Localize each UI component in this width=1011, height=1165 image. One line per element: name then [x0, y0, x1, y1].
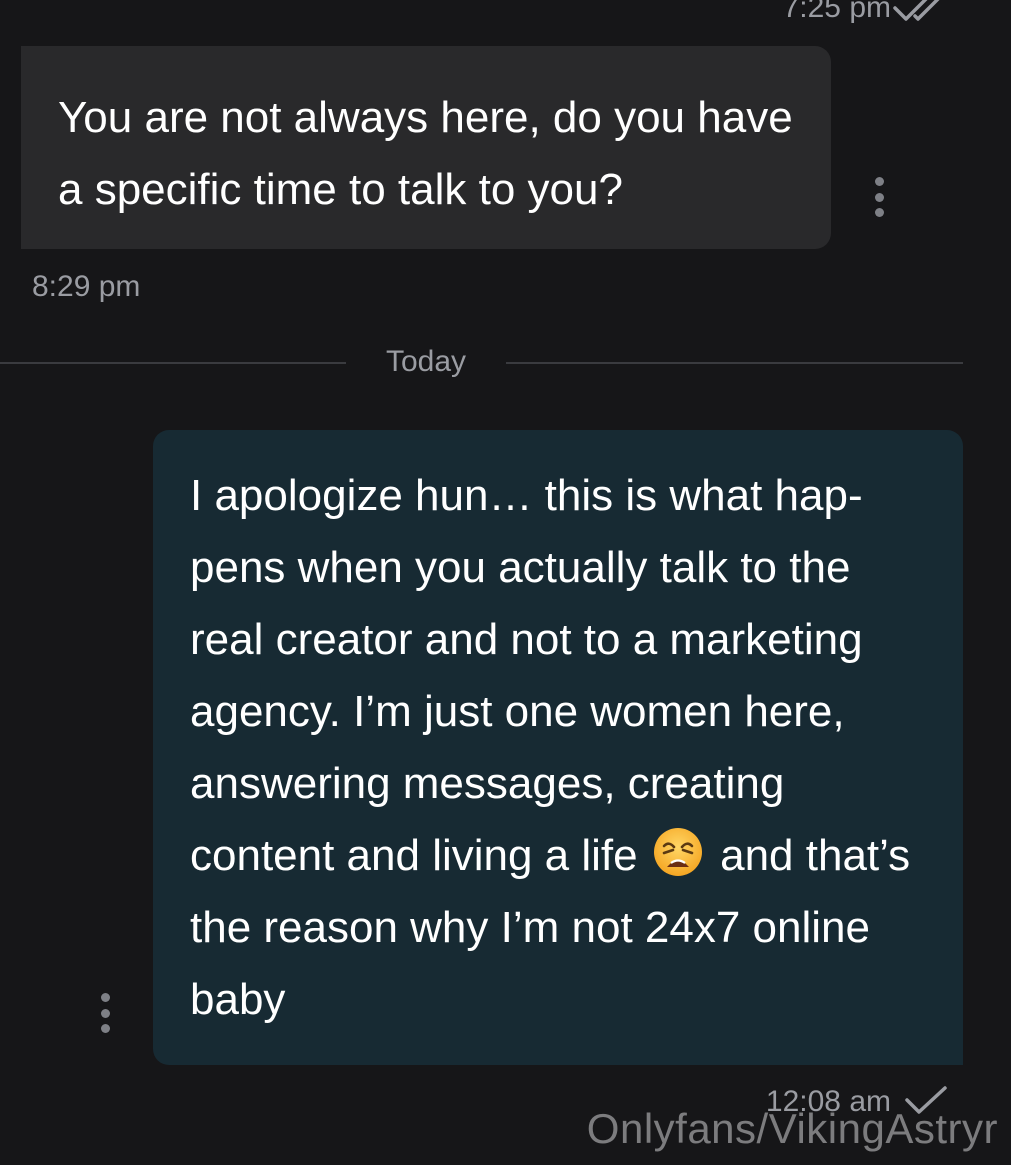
incoming-message-time: 8:29 pm — [32, 270, 141, 303]
chat-screen: 7:25 pm You are not always here, do you … — [0, 0, 1011, 1165]
weary-face-emoji-icon — [653, 828, 702, 876]
double-check-icon — [893, 0, 940, 21]
more-vertical-icon[interactable] — [873, 177, 885, 217]
date-divider-label: Today — [385, 345, 467, 378]
incoming-message-bubble[interactable]: You are not always here, do you have a s… — [21, 46, 831, 249]
more-vertical-icon[interactable] — [99, 993, 111, 1033]
outgoing-message-text-part1: I apologize hun… this is what hap- pens … — [190, 471, 863, 880]
outgoing-message-bubble[interactable]: I apologize hun… this is what hap- pens … — [153, 430, 963, 1065]
watermark-text: Onlyfans/VikingAstryr — [586, 1105, 998, 1152]
incoming-message-text: You are not always here, do you have a s… — [58, 93, 793, 214]
date-divider-line-right — [506, 362, 963, 364]
previous-message-time: 7:25 pm — [782, 0, 891, 24]
date-divider-line-left — [0, 362, 346, 364]
